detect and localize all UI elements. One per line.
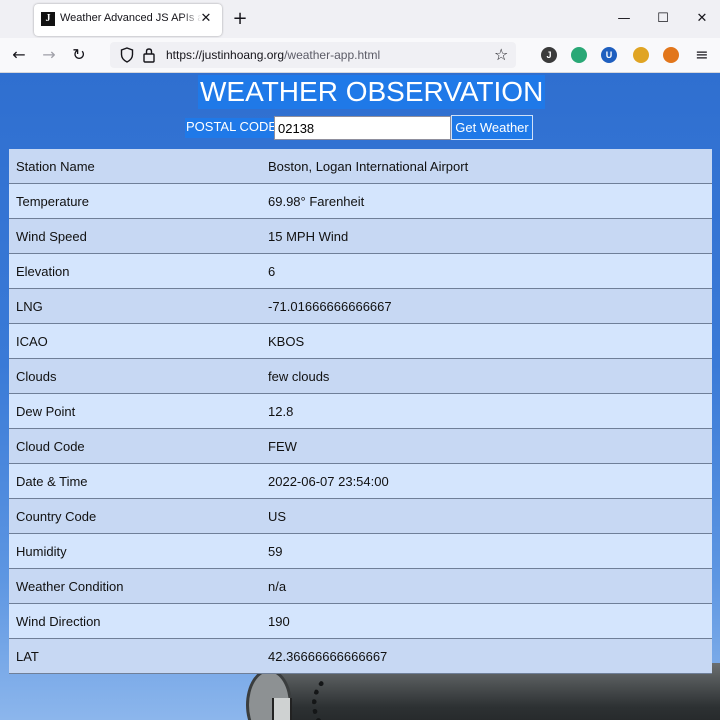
observation-value: few clouds <box>262 358 712 394</box>
observation-value: -71.01666666666667 <box>262 288 712 324</box>
url-path: /weather-app.html <box>284 48 381 62</box>
table-row: Temperature 69.98° Farenheit <box>9 183 712 219</box>
postal-code-input[interactable] <box>274 116 451 140</box>
observation-value: 59 <box>262 533 712 569</box>
table-row: ICAO KBOS <box>9 323 712 359</box>
table-row: Country Code US <box>9 498 712 534</box>
observation-label: Humidity <box>9 533 262 569</box>
observation-value: 2022-06-07 23:54:00 <box>262 463 712 499</box>
tab-strip: J Weather Advanced JS APIs and ✕ + — ☐ ✕ <box>0 0 720 38</box>
maximize-icon[interactable]: ☐ <box>651 8 675 30</box>
observation-label: Date & Time <box>9 463 262 499</box>
observation-label: Dew Point <box>9 393 262 429</box>
observation-value: KBOS <box>262 323 712 359</box>
table-row: LNG -71.01666666666667 <box>9 288 712 324</box>
shield-extension-icon[interactable]: U <box>601 47 617 63</box>
table-row: Elevation 6 <box>9 253 712 289</box>
table-row: Cloud Code FEW <box>9 428 712 464</box>
url-text[interactable]: https://justinhoang.org/weather-app.html <box>166 47 380 63</box>
observation-value: n/a <box>262 568 712 604</box>
observation-table: Station Name Boston, Logan International … <box>9 149 712 674</box>
tracking-shield-icon[interactable] <box>120 47 134 63</box>
page-title: WEATHER OBSERVATION <box>198 75 546 109</box>
bird-extension-icon[interactable] <box>633 47 649 63</box>
postal-code-label: POSTAL CODE: <box>185 118 282 138</box>
observation-label: Station Name <box>9 149 262 184</box>
table-row: Wind Direction 190 <box>9 603 712 639</box>
table-row: Weather Condition n/a <box>9 568 712 604</box>
observation-value: FEW <box>262 428 712 464</box>
observation-value: 69.98° Farenheit <box>262 183 712 219</box>
observation-label: Weather Condition <box>9 568 262 604</box>
tab-title: Weather Advanced JS APIs and <box>60 12 202 24</box>
minimize-icon[interactable]: — <box>612 8 636 30</box>
get-weather-button[interactable]: Get Weather <box>451 115 533 140</box>
observation-label: Wind Direction <box>9 603 262 639</box>
table-row: Date & Time 2022-06-07 23:54:00 <box>9 463 712 499</box>
hamburger-menu-icon[interactable]: ≡ <box>692 44 712 66</box>
observation-label: Temperature <box>9 183 262 219</box>
table-row: Wind Speed 15 MPH Wind <box>9 218 712 254</box>
navigation-toolbar: ← → ↻ https://justinhoang.org/weather-ap… <box>0 38 720 73</box>
new-tab-icon[interactable]: + <box>232 9 248 29</box>
page-viewport: WEATHER OBSERVATION POSTAL CODE: Get Wea… <box>0 73 720 720</box>
observation-label: Cloud Code <box>9 428 262 464</box>
observation-label: ICAO <box>9 323 262 359</box>
close-tab-icon[interactable]: ✕ <box>198 11 214 27</box>
bookmark-star-icon[interactable]: ☆ <box>494 46 510 64</box>
site-favicon-icon: J <box>41 12 55 26</box>
observation-value: 6 <box>262 253 712 289</box>
observation-label: Wind Speed <box>9 218 262 254</box>
back-arrow-icon[interactable]: ← <box>8 44 30 66</box>
observation-label: LNG <box>9 288 262 324</box>
j-extension-icon[interactable]: J <box>541 47 557 63</box>
observation-value: US <box>262 498 712 534</box>
observation-value: 42.36666666666667 <box>262 638 712 674</box>
green-extension-icon[interactable] <box>571 47 587 63</box>
reload-icon[interactable]: ↻ <box>68 44 90 66</box>
browser-tab[interactable]: J Weather Advanced JS APIs and ✕ <box>34 4 222 36</box>
lock-icon[interactable] <box>142 47 156 63</box>
observation-label: Elevation <box>9 253 262 289</box>
observation-label: Clouds <box>9 358 262 394</box>
table-row: Dew Point 12.8 <box>9 393 712 429</box>
forward-arrow-icon[interactable]: → <box>38 44 60 66</box>
observation-value: 12.8 <box>262 393 712 429</box>
close-window-icon[interactable]: ✕ <box>690 8 714 30</box>
table-row: Clouds few clouds <box>9 358 712 394</box>
background-post <box>272 698 292 720</box>
observation-value: 190 <box>262 603 712 639</box>
observation-value: Boston, Logan International Airport <box>262 149 712 184</box>
url-bar[interactable]: https://justinhoang.org/weather-app.html… <box>110 42 516 68</box>
table-row: Humidity 59 <box>9 533 712 569</box>
fox-extension-icon[interactable] <box>663 47 679 63</box>
url-host: https://justinhoang.org <box>166 48 285 62</box>
table-row: LAT 42.36666666666667 <box>9 638 712 674</box>
observation-label: LAT <box>9 638 262 674</box>
observation-value: 15 MPH Wind <box>262 218 712 254</box>
table-row: Station Name Boston, Logan International … <box>9 149 712 184</box>
observation-label: Country Code <box>9 498 262 534</box>
